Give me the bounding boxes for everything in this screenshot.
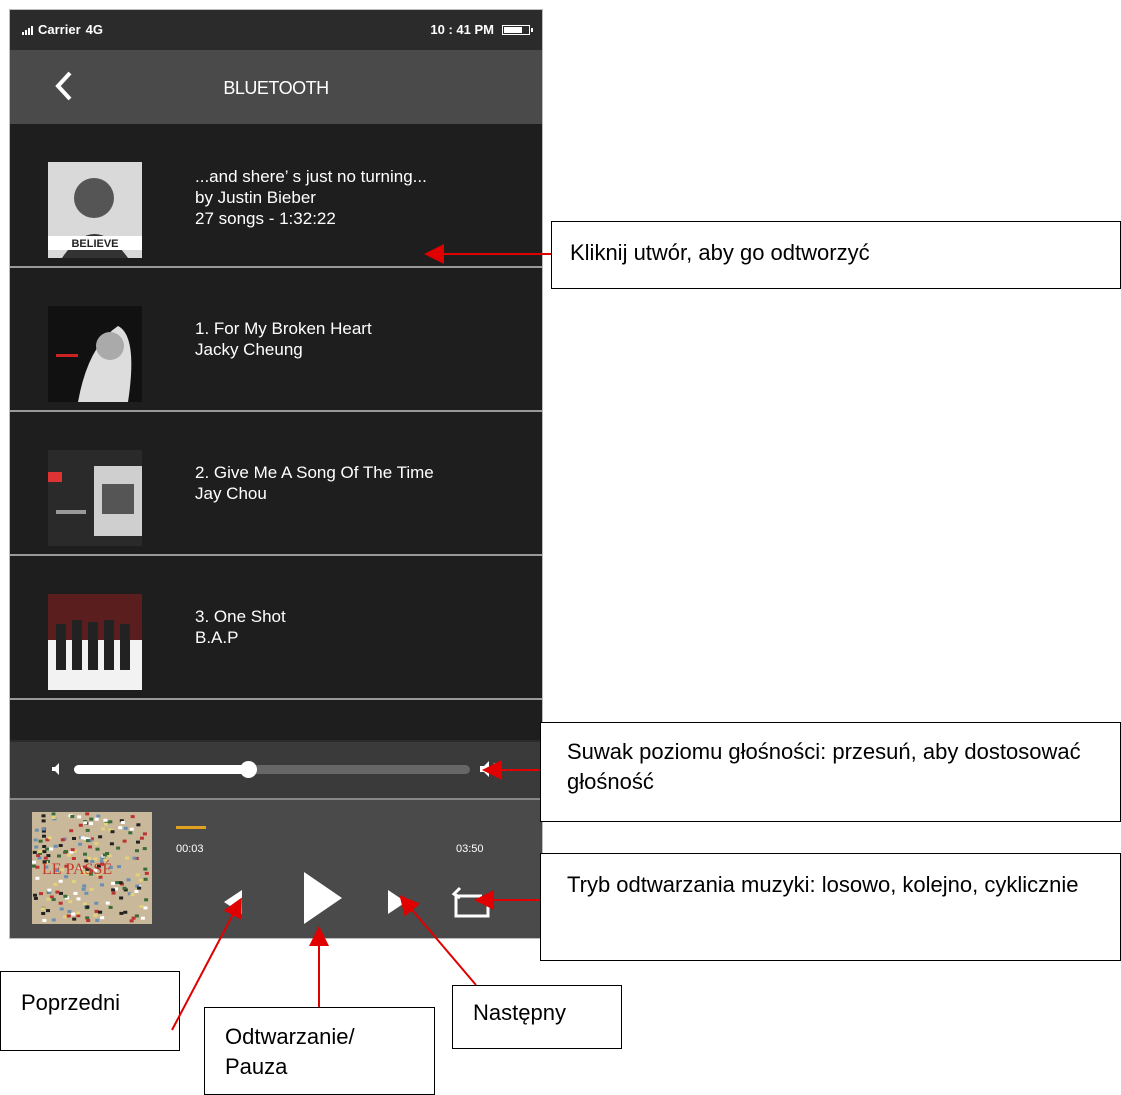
track-list: BELIEVE ...and shere’ s just no turning.… (10, 124, 542, 740)
track-info: 1. For My Broken Heart Jacky Cheung (195, 318, 372, 360)
callout-play-mode: Tryb odtwarzania muzyki: losowo, kolejno… (540, 853, 1121, 961)
repeat-icon (451, 886, 490, 918)
track-title: 3. One Shot (195, 607, 286, 626)
track-artist: by Justin Bieber (195, 188, 316, 207)
previous-icon (224, 890, 242, 914)
album-cover-image (48, 450, 142, 546)
carrier-label: Carrier (38, 22, 81, 37)
callout-play-pause: Odtwarzanie/ Pauza (204, 1007, 435, 1095)
track-info: 3. One Shot B.A.P (195, 606, 286, 648)
track-row[interactable]: 1. For My Broken Heart Jacky Cheung (10, 268, 542, 412)
list-spacer (10, 700, 542, 740)
callout-text: Następny (473, 1000, 566, 1025)
track-title: 2. Give Me A Song Of The Time (195, 463, 434, 482)
play-icon (304, 872, 342, 924)
track-meta: 27 songs - 1:32:22 (195, 209, 336, 228)
cover-text: BELIEVE (71, 238, 118, 250)
callout-text: Tryb odtwarzania muzyki: losowo, kolejno… (567, 872, 1079, 897)
status-bar: Carrier 4G 10 : 41 PM (10, 10, 542, 50)
previous-button[interactable] (220, 886, 248, 918)
volume-low-icon (52, 763, 59, 775)
album-cover-image (48, 306, 142, 402)
playback-progress[interactable] (176, 826, 206, 829)
callout-previous: Poprzedni (0, 971, 180, 1051)
signal-icon (22, 25, 33, 35)
track-artist: Jay Chou (195, 484, 267, 503)
callout-volume: Suwak poziomu głośności: przesuń, aby do… (540, 722, 1121, 822)
volume-slider-fill (74, 765, 249, 774)
track-row-album[interactable]: BELIEVE ...and shere’ s just no turning.… (10, 124, 542, 268)
album-cover-image: BELIEVE (48, 162, 142, 258)
svg-text:LE PASSÉ: LE PASSÉ (42, 859, 112, 878)
callout-text: Odtwarzanie/ Pauza (225, 1024, 355, 1079)
track-info: 2. Give Me A Song Of The Time Jay Chou (195, 462, 434, 504)
callout-text: Kliknij utwór, aby go odtworzyć (570, 240, 870, 265)
volume-high-icon (480, 761, 498, 777)
volume-slider[interactable] (74, 761, 470, 778)
now-playing-cover: LE PASSÉ (32, 812, 152, 924)
volume-bar (10, 742, 542, 798)
track-row[interactable]: 3. One Shot B.A.P (10, 556, 542, 700)
player-bar: LE PASSÉ 00:03 03:50 (10, 800, 542, 938)
track-title: 1. For My Broken Heart (195, 319, 372, 338)
phone-screen: Carrier 4G 10 : 41 PM BLUETOOTH BELIEVE … (9, 9, 543, 939)
track-artist: Jacky Cheung (195, 340, 303, 359)
callout-text: Suwak poziomu głośności: przesuń, aby do… (567, 739, 1081, 794)
page-title: BLUETOOTH (223, 78, 329, 98)
track-row[interactable]: 2. Give Me A Song Of The Time Jay Chou (10, 412, 542, 556)
callout-next: Następny (452, 985, 622, 1049)
play-mode-button[interactable] (450, 886, 494, 920)
play-pause-button[interactable] (298, 868, 346, 928)
callout-track-tap: Kliknij utwór, aby go odtworzyć (551, 221, 1121, 289)
next-button[interactable] (382, 886, 410, 918)
battery-icon (502, 24, 533, 35)
current-time: 00:03 (176, 843, 204, 855)
track-artist: B.A.P (195, 628, 239, 647)
callout-text: Poprzedni (21, 990, 121, 1015)
clock: 10 : 41 PM (430, 22, 494, 37)
volume-slider-handle[interactable] (240, 761, 258, 778)
album-cover-image (48, 594, 142, 690)
track-title: ...and shere’ s just no turning... (195, 167, 427, 186)
next-icon (388, 890, 406, 914)
total-time: 03:50 (456, 843, 484, 855)
track-info: ...and shere’ s just no turning... by Ju… (195, 166, 427, 229)
network-label: 4G (85, 22, 103, 37)
nav-bar: BLUETOOTH (10, 50, 542, 124)
